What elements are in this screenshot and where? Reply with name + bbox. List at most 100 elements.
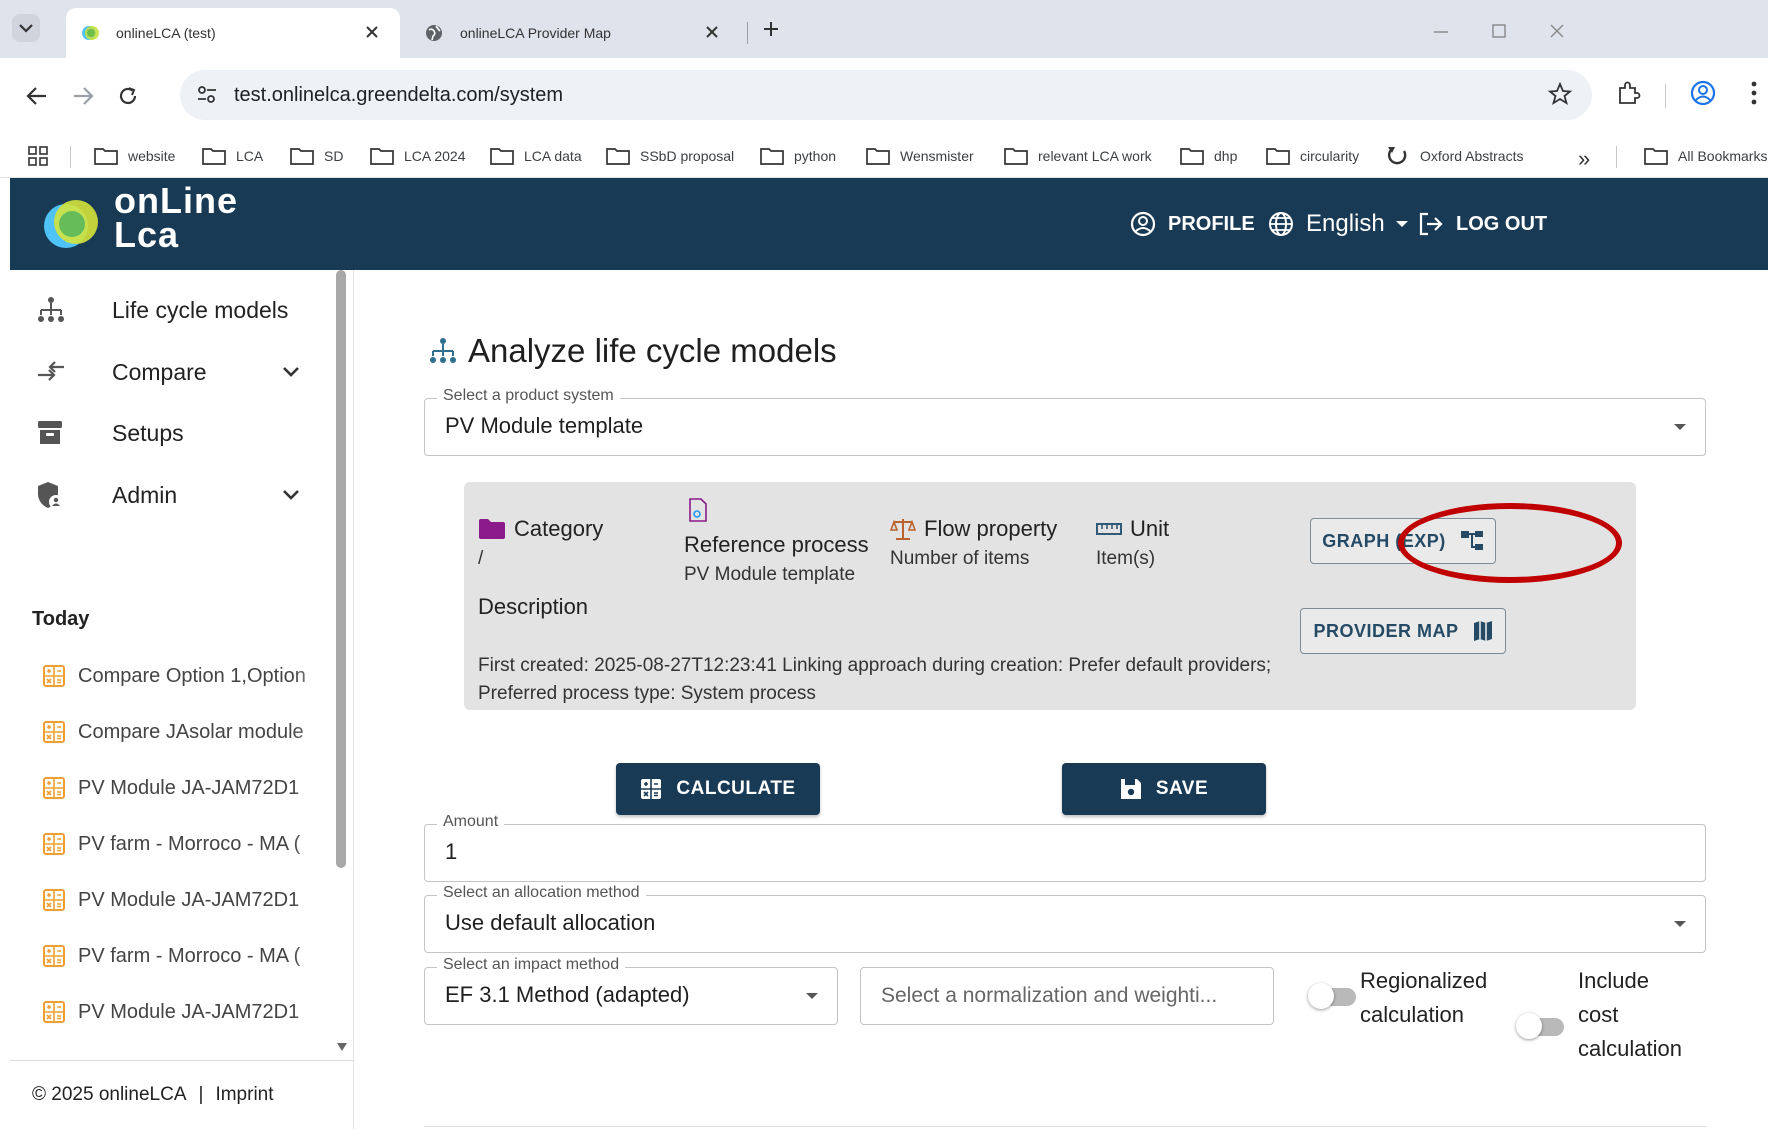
reload-icon[interactable] xyxy=(118,86,138,106)
imprint-link[interactable]: Imprint xyxy=(215,1084,273,1106)
all-bookmarks-folder[interactable]: All Bookmarks xyxy=(1644,134,1767,178)
product-system-select[interactable]: Select a product system PV Module templa… xyxy=(424,387,1706,456)
balance-scale-icon xyxy=(890,519,916,540)
recent-item[interactable]: PV Module JA-JAM72D1 xyxy=(42,992,322,1032)
provider-map-button[interactable]: PROVIDER MAP xyxy=(1300,608,1506,654)
tab-onlinelca-test[interactable]: onlineLCA (test) xyxy=(66,8,400,58)
bookmark-folder[interactable]: python xyxy=(760,134,836,178)
toolbar-divider xyxy=(1665,84,1666,108)
sidebar-item-admin[interactable]: Admin xyxy=(10,465,340,525)
chevron-down-icon xyxy=(19,24,33,33)
sidebar-item-setups[interactable]: Setups xyxy=(10,403,340,463)
include-cost-calculation-toggle[interactable] xyxy=(1516,1013,1564,1039)
bookmark-folder[interactable]: dhp xyxy=(1180,134,1237,178)
browser-toolbar: test.onlinelca.greendelta.com/system xyxy=(0,58,1768,134)
back-arrow-icon[interactable] xyxy=(26,86,48,106)
normalization-weighting-select[interactable]: Select a normalization and weighti... xyxy=(860,967,1274,1025)
reference-process-label: Reference process xyxy=(684,532,869,557)
more-bookmarks-button[interactable]: » xyxy=(1578,146,1590,172)
folder-icon xyxy=(202,148,226,165)
recent-item[interactable]: PV farm - Morroco - MA ( xyxy=(42,936,322,976)
field-label: Select an impact method xyxy=(437,956,626,974)
recent-item[interactable]: PV Module JA-JAM72D1 xyxy=(42,768,322,808)
bookmark-link[interactable]: Oxford Abstracts xyxy=(1386,134,1523,178)
recent-item[interactable]: Compare Option 1,Option xyxy=(42,656,322,696)
calculate-button[interactable]: CALCULATE xyxy=(616,763,820,815)
bookmark-folder[interactable]: Wensmister xyxy=(866,134,974,178)
bookmark-folder[interactable]: LCA data xyxy=(490,134,582,178)
map-icon xyxy=(1473,621,1492,641)
bookmark-folder[interactable]: website xyxy=(94,134,175,178)
description-label: Description xyxy=(478,594,589,619)
text-fade xyxy=(292,936,322,976)
tab-search-button[interactable] xyxy=(12,14,40,42)
sidebar-item-life-cycle-models[interactable]: Life cycle models xyxy=(10,280,340,340)
bookmark-star-icon[interactable] xyxy=(1548,82,1572,106)
language-selector[interactable]: English xyxy=(1268,178,1421,270)
bookmark-folder[interactable]: circularity xyxy=(1266,134,1359,178)
caret-down-icon xyxy=(806,993,818,999)
close-icon[interactable] xyxy=(704,24,720,40)
chevron-down-icon[interactable] xyxy=(282,489,300,501)
bookmark-folder[interactable]: relevant LCA work xyxy=(1004,134,1152,178)
copyright-text: © 2025 onlineLCA xyxy=(32,1084,187,1105)
field-value: EF 3.1 Method (adapted) xyxy=(445,982,690,1007)
main-content: Analyze life cycle models Select a produ… xyxy=(354,270,1768,1129)
impact-method-select[interactable]: Select an impact method EF 3.1 Method (a… xyxy=(424,956,838,1025)
tab-divider xyxy=(747,22,748,44)
folder-icon xyxy=(1004,148,1028,165)
url-text: test.onlinelca.greendelta.com/system xyxy=(234,84,564,106)
allocation-method-select[interactable]: Select an allocation method Use default … xyxy=(424,884,1706,953)
recent-item[interactable]: Compare JAsolar module xyxy=(42,712,322,752)
bookmarks-divider xyxy=(1616,146,1617,168)
text-fade xyxy=(292,656,322,696)
minimize-icon[interactable] xyxy=(1432,22,1450,40)
sidebar-scrollbar-thumb[interactable] xyxy=(336,270,346,868)
field-placeholder: Select a normalization and weighti... xyxy=(881,984,1218,1007)
recent-item[interactable]: PV Module JA-JAM72D1 xyxy=(42,880,322,920)
window-close-icon[interactable] xyxy=(1548,22,1566,40)
bookmark-folder[interactable]: LCA xyxy=(202,134,263,178)
field-label: Select an allocation method xyxy=(437,884,646,902)
account-avatar-icon[interactable] xyxy=(1690,80,1716,106)
recent-item[interactable]: PV farm - Morroco - MA ( xyxy=(42,824,322,864)
close-icon[interactable] xyxy=(364,24,380,40)
new-tab-plus-icon[interactable] xyxy=(762,20,780,38)
app-logo-text[interactable]: onLine Lca xyxy=(114,183,238,253)
regionalized-calculation-toggle[interactable] xyxy=(1308,983,1356,1009)
save-button[interactable]: SAVE xyxy=(1062,763,1266,815)
bookmark-folder[interactable]: SSbD proposal xyxy=(606,134,734,178)
text-fade xyxy=(292,824,322,864)
sidebar-item-label: Admin xyxy=(112,481,178,508)
sidebar-item-label: Compare xyxy=(112,358,207,385)
extensions-puzzle-icon[interactable] xyxy=(1616,80,1642,106)
app-header: onLine Lca PROFILE English LOG OUT xyxy=(10,178,1768,270)
amount-field[interactable]: Amount 1 xyxy=(424,813,1706,882)
address-bar[interactable]: test.onlinelca.greendelta.com/system xyxy=(180,70,1592,120)
bookmark-folder[interactable]: SD xyxy=(290,134,343,178)
scroll-down-arrow-icon[interactable] xyxy=(336,1042,348,1052)
footer-separator: | xyxy=(198,1084,204,1105)
tab-provider-map[interactable]: onlineLCA Provider Map xyxy=(412,8,740,58)
field-value: 1 xyxy=(445,839,458,864)
bookmark-folder[interactable]: LCA 2024 xyxy=(370,134,466,178)
apps-grid-icon[interactable] xyxy=(28,146,48,166)
profile-button[interactable]: PROFILE xyxy=(1130,178,1255,270)
browser-menu-kebab-icon[interactable] xyxy=(1750,80,1758,106)
globe-favicon-icon xyxy=(426,25,442,41)
floppy-disk-icon xyxy=(1120,779,1141,799)
forward-arrow-icon[interactable] xyxy=(72,86,94,106)
chevron-down-icon[interactable] xyxy=(282,366,300,378)
maximize-icon[interactable] xyxy=(1490,22,1508,40)
toggle-knob xyxy=(1308,983,1334,1009)
calculator-icon xyxy=(641,779,662,799)
folder-icon xyxy=(1180,148,1204,165)
regionalized-calculation-label: Regionalized calculation xyxy=(1360,968,1488,1027)
calculation-doc-icon xyxy=(43,1001,65,1023)
recent-section-heading: Today xyxy=(32,608,90,630)
site-info-icon[interactable] xyxy=(196,84,218,106)
unit-value: Item(s) xyxy=(1096,548,1156,569)
sidebar-item-compare[interactable]: Compare xyxy=(10,342,340,402)
logout-button[interactable]: LOG OUT xyxy=(1418,178,1547,270)
text-fade xyxy=(292,712,322,752)
